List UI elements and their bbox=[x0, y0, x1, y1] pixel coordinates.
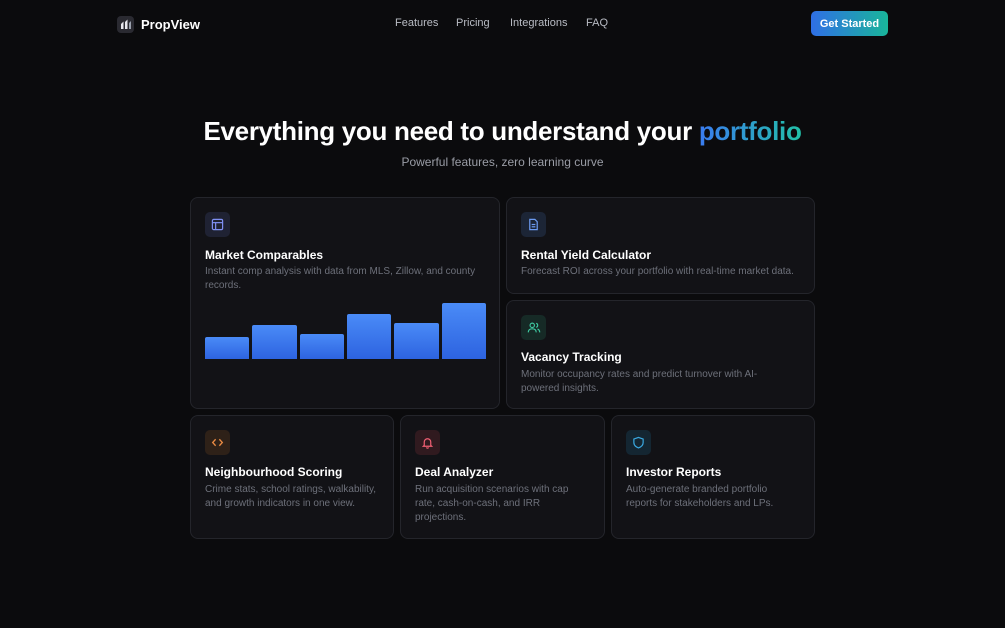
chart-bar bbox=[299, 334, 344, 359]
brand-name: PropView bbox=[141, 16, 201, 32]
card-title: Vacancy Tracking bbox=[521, 350, 622, 364]
nav-link-features[interactable]: Features bbox=[395, 17, 438, 29]
brand-logo[interactable]: PropView bbox=[117, 14, 200, 34]
feature-card-deal-analyzer[interactable]: Deal Analyzer Run acquisition scenarios … bbox=[400, 415, 605, 539]
card-description: Crime stats, school ratings, walkability… bbox=[205, 484, 376, 509]
card-description: Auto-generate branded portfolio reports … bbox=[626, 484, 774, 509]
hero-title-accent: portfolio bbox=[698, 116, 802, 146]
feature-card-rental-yield-calculator[interactable]: Rental Yield Calculator Forecast ROI acr… bbox=[506, 197, 815, 294]
top-nav: PropView Features Pricing Integrations F… bbox=[0, 0, 1005, 48]
layout-icon bbox=[205, 212, 230, 237]
card-description: Forecast ROI across your portfolio with … bbox=[521, 266, 794, 277]
feature-card-neighbourhood-scoring[interactable]: Neighbourhood Scoring Crime stats, schoo… bbox=[190, 415, 394, 539]
card-description: Run acquisition scenarios with cap rate,… bbox=[415, 484, 569, 523]
hero-subtitle: Powerful features, zero learning curve bbox=[401, 155, 604, 169]
nav-link-integrations[interactable]: Integrations bbox=[510, 17, 567, 29]
nav-link-pricing[interactable]: Pricing bbox=[456, 17, 490, 29]
users-icon bbox=[521, 315, 546, 340]
feature-card-market-comparables[interactable]: Market Comparables Instant comp analysis… bbox=[190, 197, 500, 409]
card-title: Rental Yield Calculator bbox=[521, 248, 652, 262]
chart-bar bbox=[394, 322, 439, 359]
card-title: Neighbourhood Scoring bbox=[205, 465, 343, 479]
card-description: Instant comp analysis with data from MLS… bbox=[205, 266, 476, 291]
get-started-button[interactable]: Get Started bbox=[811, 11, 888, 36]
card-title: Deal Analyzer bbox=[415, 465, 494, 479]
card-title: Investor Reports bbox=[626, 465, 722, 479]
chart-logo-icon bbox=[117, 15, 134, 33]
shield-icon bbox=[626, 430, 651, 455]
chart-bar bbox=[441, 303, 486, 359]
nav-link-faq[interactable]: FAQ bbox=[586, 17, 608, 29]
feature-card-investor-reports[interactable]: Investor Reports Auto-generate branded p… bbox=[611, 415, 815, 539]
hero-title-main: Everything you need to understand your bbox=[203, 116, 699, 146]
card-description: Monitor occupancy rates and predict turn… bbox=[521, 369, 758, 394]
chart-bar bbox=[205, 337, 250, 359]
card-title: Market Comparables bbox=[205, 248, 324, 262]
code-icon bbox=[205, 430, 230, 455]
hero-title: Everything you need to understand your p… bbox=[0, 116, 1005, 147]
bell-icon bbox=[415, 430, 440, 455]
chart-bar bbox=[252, 325, 297, 359]
chart-bar bbox=[347, 314, 392, 359]
document-icon bbox=[521, 212, 546, 237]
feature-card-vacancy-tracking[interactable]: Vacancy Tracking Monitor occupancy rates… bbox=[506, 300, 815, 409]
